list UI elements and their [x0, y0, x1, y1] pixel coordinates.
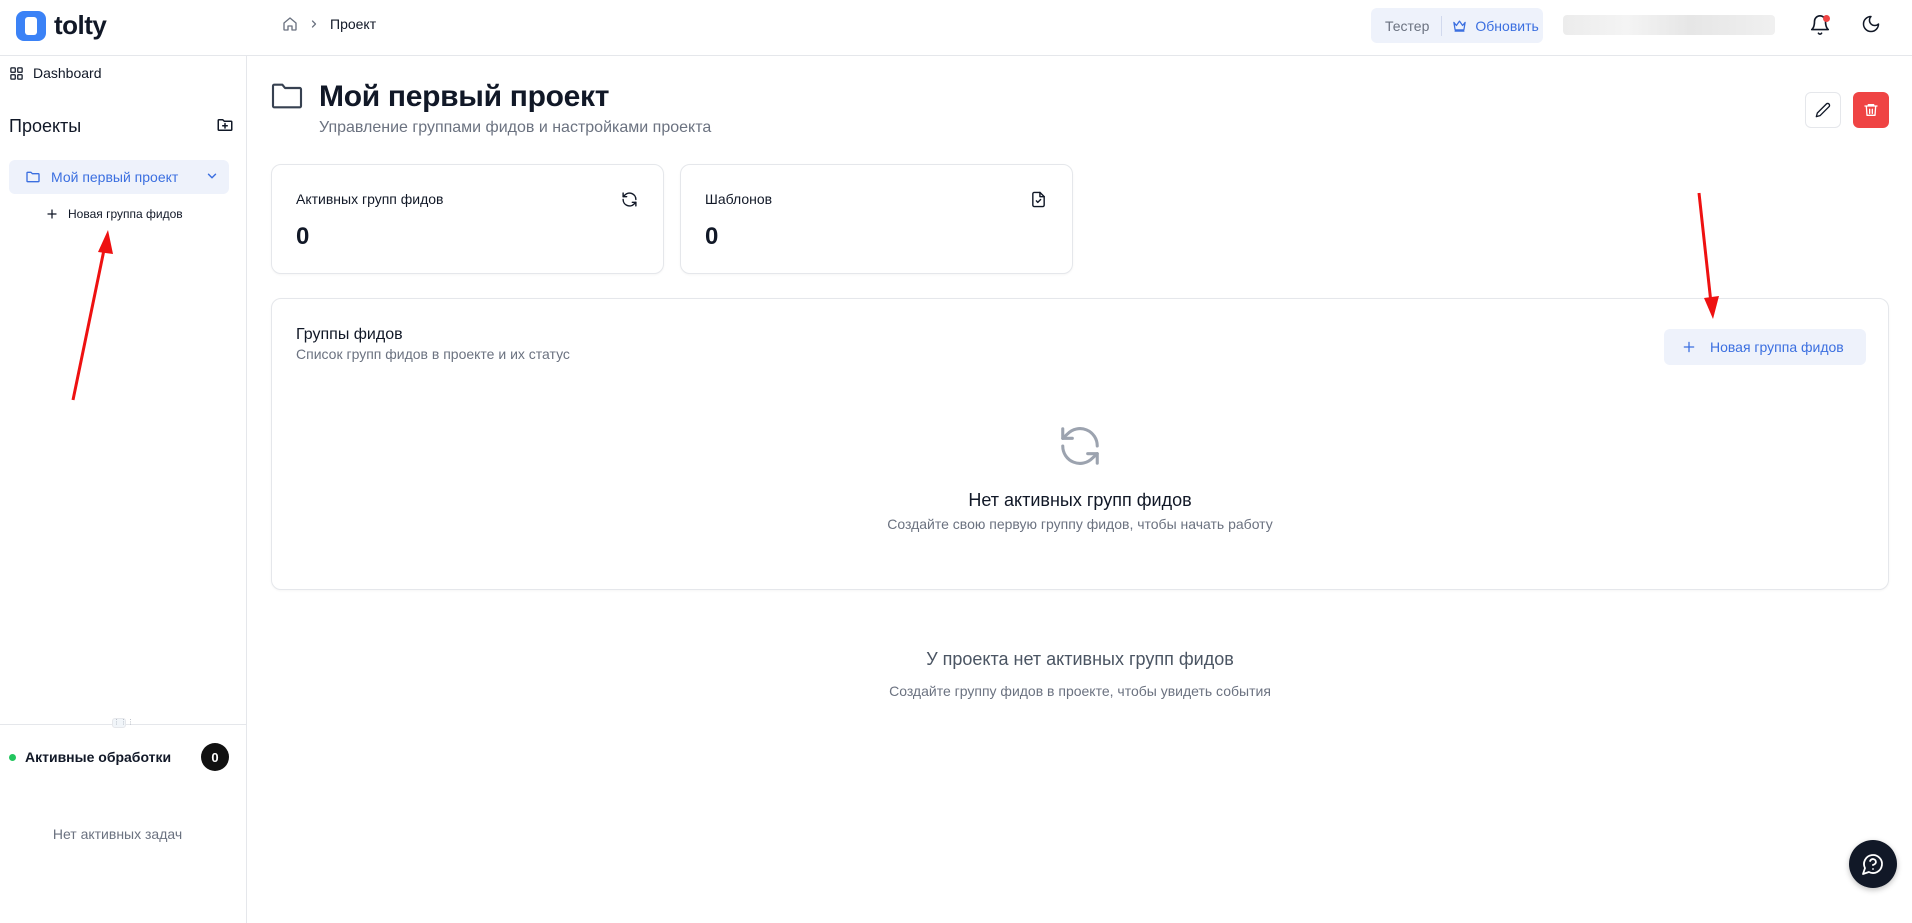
- theme-toggle-moon-icon[interactable]: [1861, 14, 1883, 36]
- folder-icon: [25, 169, 41, 185]
- status-dot: [9, 753, 16, 761]
- breadcrumb: Проект: [282, 16, 376, 32]
- active-processing-label: Активные обработки: [25, 749, 172, 765]
- splitter-grip-icon[interactable]: ⋮⋮⋮: [112, 718, 134, 728]
- new-feed-group-label: Новая группа фидов: [1710, 339, 1844, 355]
- project-name: Мой первый проект: [51, 169, 179, 185]
- events-empty-title: У проекта нет активных групп фидов: [926, 649, 1234, 669]
- logo-text: tolty: [54, 10, 107, 40]
- active-processing-header: Активные обработки 0: [9, 742, 229, 772]
- help-chat-button[interactable]: [1849, 840, 1897, 888]
- home-icon[interactable]: [282, 16, 298, 32]
- refresh-empty-state-icon: [1057, 423, 1103, 469]
- plan-pill: Тестер Обновить: [1371, 8, 1543, 43]
- sidebar-item-project[interactable]: Мой первый проект: [9, 160, 229, 194]
- help-bubble-icon: [1861, 852, 1885, 876]
- file-template-icon: [1030, 191, 1048, 209]
- page-subtitle: Управление группами фидов и настройками …: [319, 119, 712, 136]
- pencil-icon: [1815, 102, 1831, 118]
- plan-label: Тестер: [1371, 15, 1443, 36]
- page-folder-icon: [271, 82, 303, 110]
- edit-project-button[interactable]: [1805, 92, 1841, 128]
- delete-project-button[interactable]: [1853, 92, 1889, 128]
- plus-icon: [46, 208, 58, 220]
- chevron-right-icon: [308, 18, 320, 30]
- feed-groups-card: Группы фидов Список групп фидов в проект…: [271, 298, 1889, 590]
- dashboard-grid-icon: [9, 66, 24, 81]
- sidebar-item-label: Dashboard: [33, 65, 102, 81]
- events-empty-subtitle: Создайте группу фидов в проекте, чтобы у…: [889, 683, 1271, 699]
- page-title: Мой первый проект: [319, 80, 610, 113]
- feed-groups-title: Группы фидов: [296, 326, 403, 343]
- upgrade-button[interactable]: Обновить: [1442, 17, 1539, 34]
- sidebar: Dashboard Проекты Мой первый проект Нова…: [0, 56, 247, 923]
- stat-value: 0: [296, 223, 310, 250]
- top-bar: tolty Проект Тестер Обновить: [0, 0, 1912, 56]
- feed-groups-subtitle: Список групп фидов в проекте и их статус: [296, 346, 570, 362]
- app-logo[interactable]: tolty: [16, 10, 107, 41]
- sidebar-new-feed-group[interactable]: Новая группа фидов: [46, 207, 183, 221]
- stat-label: Активных групп фидов: [296, 191, 444, 207]
- plus-icon: [1682, 340, 1696, 354]
- breadcrumb-current: Проект: [330, 16, 377, 32]
- active-count-badge: 0: [201, 743, 229, 771]
- user-account-blurred[interactable]: [1563, 15, 1775, 35]
- stat-card-templates: Шаблонов 0: [680, 164, 1073, 274]
- notifications-bell-icon[interactable]: [1809, 14, 1831, 36]
- crown-icon: [1452, 18, 1467, 33]
- chevron-down-icon[interactable]: [205, 169, 219, 183]
- logo-mark-icon: [16, 10, 46, 41]
- upgrade-label: Обновить: [1475, 17, 1539, 34]
- stat-card-active-groups: Активных групп фидов 0: [271, 164, 664, 274]
- new-group-label: Новая группа фидов: [68, 207, 183, 221]
- stat-label: Шаблонов: [705, 191, 773, 207]
- empty-state-subtitle: Создайте свою первую группу фидов, чтобы…: [887, 516, 1273, 532]
- sidebar-item-dashboard[interactable]: Dashboard: [9, 65, 102, 81]
- refresh-icon: [621, 191, 639, 209]
- new-project-folder-icon[interactable]: [216, 116, 236, 136]
- new-feed-group-button[interactable]: Новая группа фидов: [1664, 329, 1866, 365]
- empty-state-title: Нет активных групп фидов: [968, 490, 1192, 510]
- notification-dot: [1823, 15, 1830, 22]
- projects-heading: Проекты: [9, 116, 82, 136]
- trash-icon: [1863, 102, 1879, 118]
- no-tasks-text: Нет активных задач: [52, 826, 183, 842]
- stat-value: 0: [705, 223, 719, 250]
